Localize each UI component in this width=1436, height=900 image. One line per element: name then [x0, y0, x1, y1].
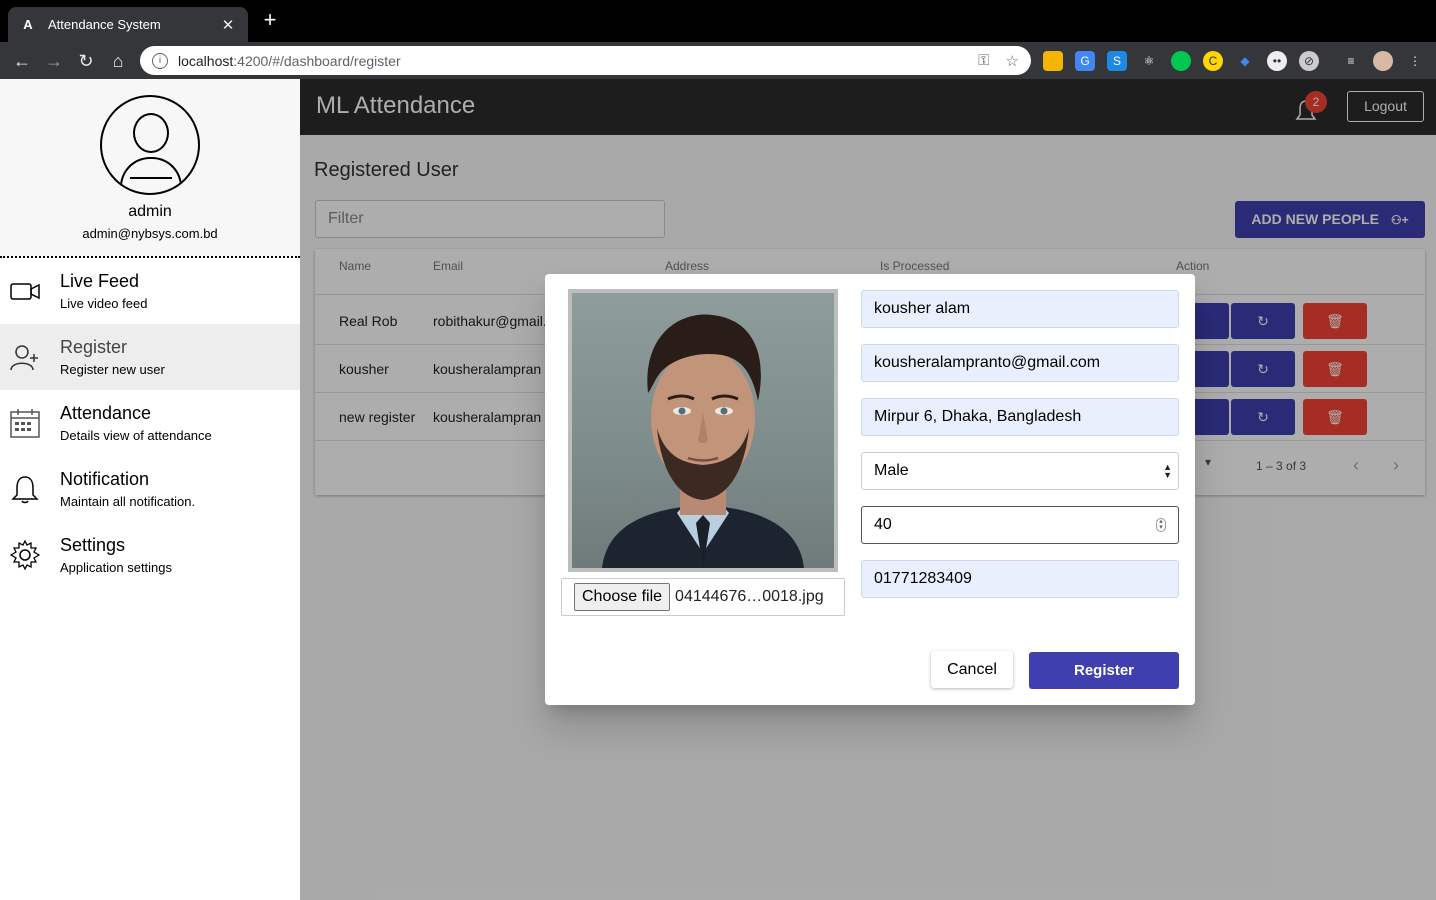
phone-field[interactable]: 01771283409 — [861, 560, 1179, 598]
url-path: :4200/#/dashboard/register — [233, 52, 401, 69]
email-field[interactable]: kousheralampranto@gmail.com — [861, 344, 1179, 382]
sidebar-item-register[interactable]: Register Register new user — [0, 324, 300, 390]
sidebar-item-label: Live Feed — [60, 271, 140, 291]
profile-name: admin — [128, 203, 172, 220]
sidebar-item-settings[interactable]: Settings Application settings — [0, 522, 300, 588]
calendar-icon — [10, 409, 40, 438]
gender-select[interactable]: Male ▲ ▼ — [861, 452, 1179, 490]
profile-avatar-icon[interactable] — [1373, 51, 1393, 71]
profile-card: admin admin@nybsys.com.bd — [0, 79, 300, 258]
file-input[interactable]: Choose file 04144676…0018.jpg — [561, 578, 845, 616]
address-bar[interactable]: i localhost:4200/#/dashboard/register ⚿ … — [140, 46, 1031, 75]
choose-file-button[interactable]: Choose file — [574, 583, 671, 611]
sidebar-item-attendance[interactable]: Attendance Details view of attendance — [0, 390, 300, 456]
sidebar-item-label: Settings — [60, 535, 126, 555]
extension-compass-icon[interactable]: ⊘ — [1299, 51, 1319, 71]
bell-icon — [11, 476, 39, 504]
age-value: 40 — [874, 516, 892, 533]
site-info-icon[interactable]: i — [152, 52, 168, 69]
extension-yellow-icon[interactable]: C — [1203, 51, 1223, 71]
url-host: localhost — [178, 52, 234, 69]
add-user-icon — [10, 345, 38, 371]
browser-tabstrip: A Attendance System ✕ + — [0, 0, 1436, 42]
video-camera-icon — [10, 283, 40, 300]
sidebar-item-sub: Application settings — [60, 560, 173, 575]
extension-translate-icon[interactable]: G — [1075, 51, 1095, 71]
sidebar-item-live-feed[interactable]: Live Feed Live video feed — [0, 258, 300, 324]
extension-s-icon[interactable]: S — [1107, 51, 1127, 71]
gender-selected-value: Male — [874, 462, 909, 479]
extensions-bar: G S ⚛ C ◆ •• ⊘ ≡ ⋮ — [1043, 51, 1425, 71]
browser-menu-icon[interactable]: ⋮ — [1405, 51, 1425, 71]
key-icon[interactable]: ⚿ — [978, 52, 989, 70]
browser-toolbar: ← → ↻ ⌂ i localhost:4200/#/dashboard/reg… — [0, 42, 1436, 79]
profile-email: admin@nybsys.com.bd — [82, 226, 218, 241]
bookmark-star-icon[interactable]: ☆ — [1006, 52, 1019, 70]
name-field[interactable]: kousher alam — [861, 290, 1179, 328]
reload-icon[interactable]: ↻ — [74, 49, 98, 73]
reading-list-icon[interactable]: ≡ — [1341, 51, 1361, 71]
close-tab-icon[interactable]: ✕ — [220, 16, 236, 34]
sidebar-item-sub: Live video feed — [60, 296, 148, 311]
cancel-button[interactable]: Cancel — [931, 651, 1013, 688]
sidebar-item-label: Notification — [60, 469, 150, 489]
extension-eyes-icon[interactable]: •• — [1267, 51, 1287, 71]
browser-tab[interactable]: A Attendance System ✕ — [8, 7, 248, 42]
avatar-icon — [100, 95, 200, 195]
user-photo-preview — [568, 289, 838, 572]
forward-icon[interactable]: → — [42, 49, 66, 73]
back-icon[interactable]: ← — [10, 49, 34, 73]
sidebar-item-label: Register — [60, 337, 128, 357]
register-button[interactable]: Register — [1029, 652, 1179, 689]
sidebar: admin admin@nybsys.com.bd Live Feed Live… — [0, 79, 300, 900]
new-tab-icon[interactable]: + — [260, 9, 280, 31]
register-dialog: Choose file 04144676…0018.jpg kousher al… — [545, 274, 1195, 705]
angular-logo-icon: A — [23, 16, 33, 32]
portrait-photo — [602, 314, 804, 568]
sidebar-item-label: Attendance — [60, 403, 152, 423]
age-field[interactable]: 40 ▴ ▾ — [861, 506, 1179, 544]
select-arrows-icon: ▲ ▼ — [1163, 462, 1172, 480]
address-field[interactable]: Mirpur 6, Dhaka, Bangladesh — [861, 398, 1179, 436]
home-icon[interactable]: ⌂ — [106, 49, 130, 73]
sidebar-item-sub: Maintain all notification. — [60, 494, 196, 509]
extension-notes-icon[interactable] — [1043, 51, 1063, 71]
tab-title: Attendance System — [48, 17, 161, 32]
sidebar-item-sub: Register new user — [60, 362, 165, 377]
sidebar-item-notification[interactable]: Notification Maintain all notification. — [0, 456, 300, 522]
extension-blue-icon[interactable]: ◆ — [1235, 51, 1255, 71]
sidebar-item-sub: Details view of attendance — [60, 428, 212, 443]
gear-icon — [10, 540, 40, 570]
extension-green-icon[interactable] — [1171, 51, 1191, 71]
number-spinner-icon[interactable]: ▴ ▾ — [1156, 518, 1166, 532]
selected-file-name: 04144676…0018.jpg — [675, 588, 824, 605]
extension-react-icon[interactable]: ⚛ — [1139, 51, 1159, 71]
